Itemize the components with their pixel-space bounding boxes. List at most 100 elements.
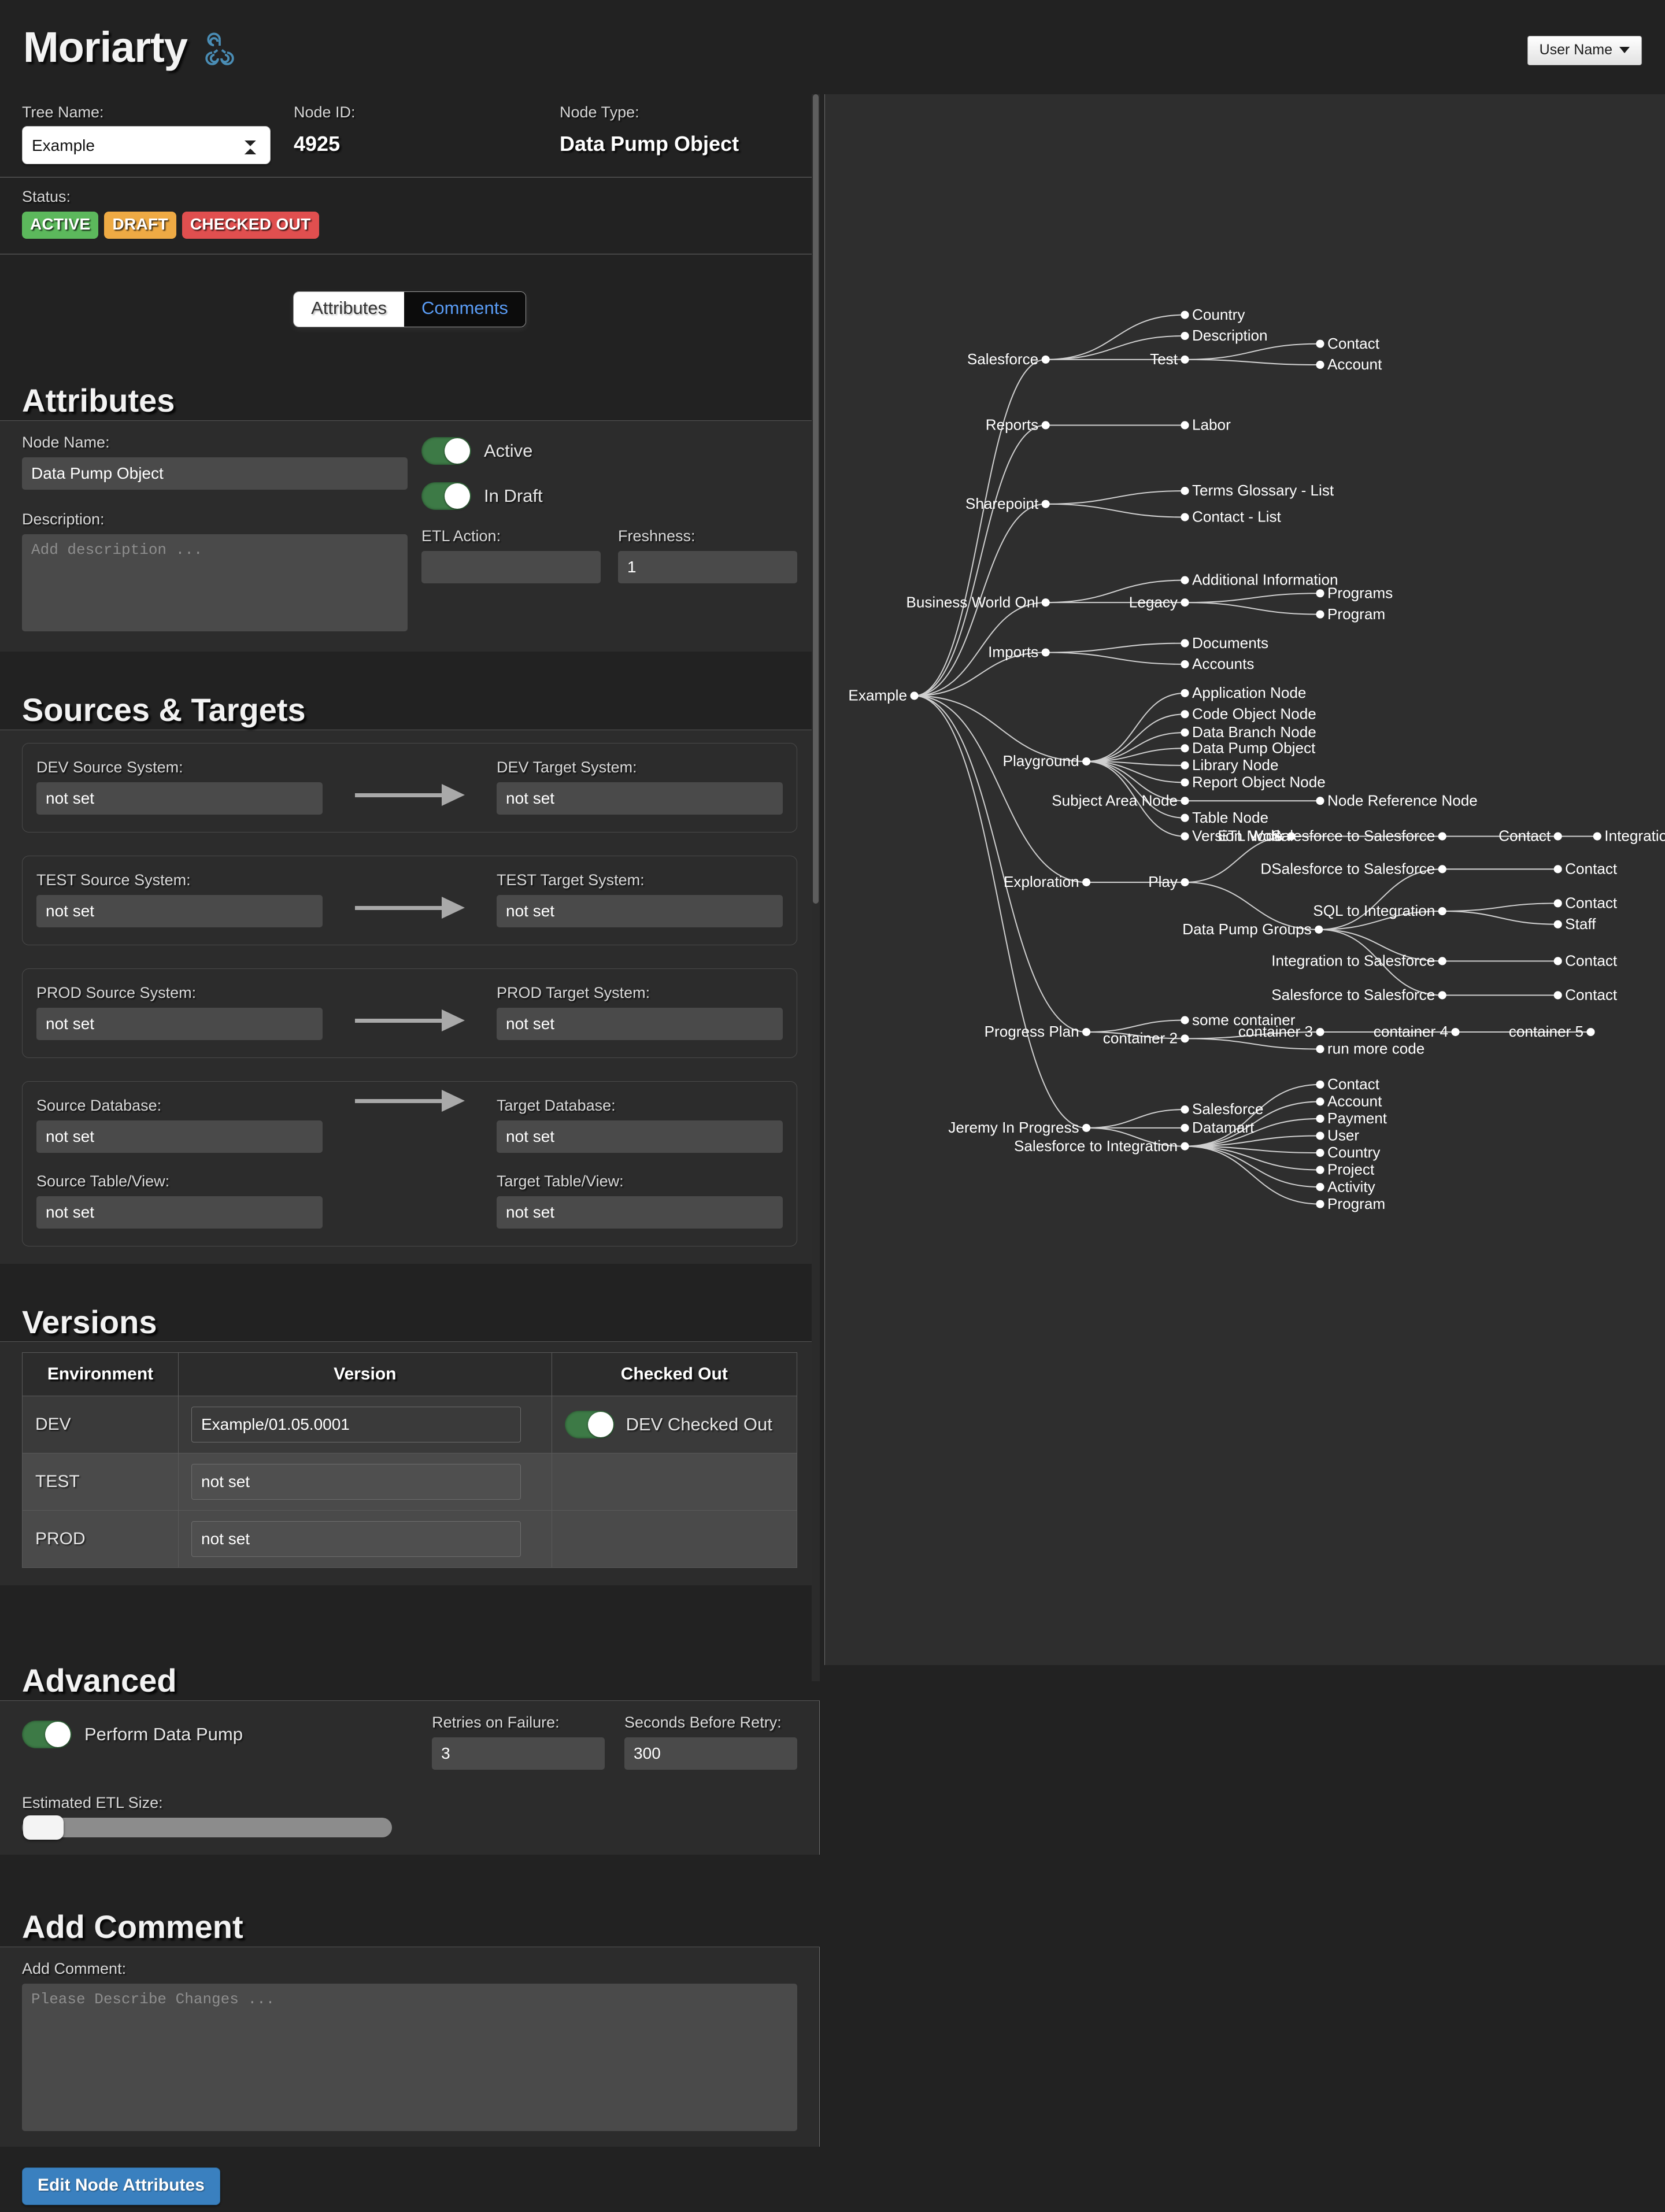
tree-node[interactable]: Terms Glossary - List <box>1181 482 1334 499</box>
details-scrollbar-thumb[interactable] <box>813 94 819 904</box>
tree-node-dot[interactable] <box>1041 421 1050 430</box>
tree-node[interactable]: Contact <box>1553 894 1618 912</box>
version-input-prod[interactable] <box>191 1521 521 1558</box>
tree-node-dot[interactable] <box>1082 1027 1091 1037</box>
tree-node-dot[interactable] <box>1438 832 1446 841</box>
tree-node[interactable]: Program <box>1316 1195 1385 1212</box>
tree-node[interactable]: Library Node <box>1181 756 1278 774</box>
in-draft-toggle[interactable] <box>421 482 471 510</box>
tree-node[interactable]: Additional Information <box>1181 571 1338 589</box>
tree-node[interactable]: Code Object Node <box>1181 705 1316 722</box>
tree-node-dot[interactable] <box>1316 1148 1324 1157</box>
tree-node-dot[interactable] <box>1316 1080 1324 1089</box>
tree-node-dot[interactable] <box>1438 957 1446 966</box>
tree-node-dot[interactable] <box>1316 1183 1324 1192</box>
tree-node[interactable]: Programs <box>1316 584 1393 601</box>
tree-node[interactable]: Staff <box>1553 915 1597 933</box>
tree-node[interactable]: DSalesforce to Salesforce <box>1260 860 1446 878</box>
tree-node[interactable]: Salesforce to Salesforce <box>1271 827 1446 845</box>
tree-node[interactable]: container 2 <box>1103 1030 1189 1047</box>
tree-node-dot[interactable] <box>1586 1027 1595 1037</box>
source-table-input[interactable] <box>36 1196 323 1229</box>
tree-node-dot[interactable] <box>1316 1097 1324 1106</box>
tree-node[interactable]: Account <box>1316 1093 1382 1110</box>
tree-node[interactable]: Labor <box>1181 416 1231 434</box>
tree-node[interactable]: run more code <box>1316 1040 1424 1057</box>
tab-attributes[interactable]: Attributes <box>294 292 405 327</box>
tree-node[interactable]: Reports <box>986 416 1050 434</box>
etl-size-slider-handle[interactable] <box>23 1815 64 1840</box>
tree-node[interactable]: Report Object Node <box>1181 774 1326 791</box>
tree-node[interactable]: Country <box>1316 1144 1380 1161</box>
tree-node[interactable]: Account <box>1316 356 1382 373</box>
tree-node-dot[interactable] <box>1181 761 1189 770</box>
tree-node-dot[interactable] <box>1553 991 1562 1000</box>
tree-name-select[interactable]: Example <box>22 126 271 164</box>
tree-node-dot[interactable] <box>1315 925 1323 934</box>
tree-node-dot[interactable] <box>1553 899 1562 908</box>
tree-node-dot[interactable] <box>1316 797 1324 805</box>
node-name-input[interactable] <box>22 457 408 490</box>
version-input-dev[interactable] <box>191 1407 521 1443</box>
tree-node[interactable]: Datamart <box>1181 1119 1255 1136</box>
tree-node-dot[interactable] <box>1181 513 1189 521</box>
tree-node[interactable]: Documents <box>1181 634 1268 652</box>
tree-node-dot[interactable] <box>1181 310 1189 319</box>
details-scrollbar[interactable] <box>812 94 820 1681</box>
tree-node[interactable]: Activity <box>1316 1178 1375 1195</box>
tree-node-dot[interactable] <box>1181 710 1189 719</box>
tree-node-dot[interactable] <box>1181 598 1189 607</box>
etl-action-input[interactable] <box>421 550 601 583</box>
tree-node-dot[interactable] <box>1438 865 1446 874</box>
tree-node-dot[interactable] <box>1316 360 1324 369</box>
dev-target-input[interactable] <box>497 782 783 815</box>
tree-node-dot[interactable] <box>1041 355 1050 364</box>
tree-node[interactable]: Exploration <box>1004 873 1091 890</box>
tree-node[interactable]: Data Branch Node <box>1181 723 1316 741</box>
tree-node-dot[interactable] <box>1041 598 1050 607</box>
tree-node[interactable]: Accounts <box>1181 655 1254 672</box>
tree-node-dot[interactable] <box>1041 500 1050 508</box>
tree-node-dot[interactable] <box>1553 832 1562 841</box>
tree-node-dot[interactable] <box>1316 589 1324 598</box>
active-toggle-row[interactable]: Active <box>421 437 797 465</box>
tree-node-dot[interactable] <box>1316 1166 1324 1174</box>
tree-node[interactable]: Example <box>848 687 919 704</box>
tree-node[interactable]: container 4 <box>1374 1023 1460 1040</box>
add-comment-textarea[interactable] <box>22 1983 797 2131</box>
user-menu-button[interactable]: User Name <box>1527 36 1642 65</box>
tree-node[interactable]: Project <box>1316 1161 1375 1178</box>
tree-node[interactable]: Contact <box>1316 1075 1380 1093</box>
tree-node[interactable]: Country <box>1181 306 1245 323</box>
tree-node[interactable]: Subject Area Node <box>1052 791 1189 809</box>
perform-data-pump-row[interactable]: Perform Data Pump <box>22 1721 412 1749</box>
tree-node[interactable]: Table Node <box>1181 809 1268 826</box>
tree-node-dot[interactable] <box>1316 339 1324 348</box>
tree-node-dot[interactable] <box>1316 1200 1324 1208</box>
tree-node-dot[interactable] <box>1181 1123 1189 1132</box>
retries-input[interactable] <box>432 1737 605 1770</box>
in-draft-toggle-row[interactable]: In Draft <box>421 482 797 510</box>
tree-node-dot[interactable] <box>1181 744 1189 753</box>
tree-node[interactable]: container 5 <box>1509 1023 1595 1040</box>
tree-node-dot[interactable] <box>1041 648 1050 657</box>
tree-node[interactable]: Data Pump Groups <box>1182 920 1323 938</box>
tree-node-dot[interactable] <box>1316 610 1324 619</box>
active-toggle[interactable] <box>421 437 471 465</box>
tree-node[interactable]: Contact <box>1316 335 1380 352</box>
tree-node-dot[interactable] <box>1181 1034 1189 1043</box>
tree-node-dot[interactable] <box>910 691 919 700</box>
tree-node-dot[interactable] <box>1316 1114 1324 1123</box>
tree-node-dot[interactable] <box>1181 660 1189 668</box>
tree-node[interactable]: Program <box>1316 605 1385 623</box>
dev-source-input[interactable] <box>36 782 323 815</box>
edit-node-attributes-button[interactable]: Edit Node Attributes <box>22 2167 220 2205</box>
target-database-input[interactable] <box>497 1120 783 1153</box>
test-target-input[interactable] <box>497 894 783 927</box>
perform-data-pump-toggle[interactable] <box>22 1721 72 1749</box>
tree-node[interactable]: Application Node <box>1181 684 1306 701</box>
tree-node[interactable]: container 3 <box>1238 1023 1324 1040</box>
tree-node[interactable]: Integration t <box>1593 827 1665 845</box>
tree-node-dot[interactable] <box>1181 778 1189 787</box>
tree-node-dot[interactable] <box>1181 728 1189 737</box>
